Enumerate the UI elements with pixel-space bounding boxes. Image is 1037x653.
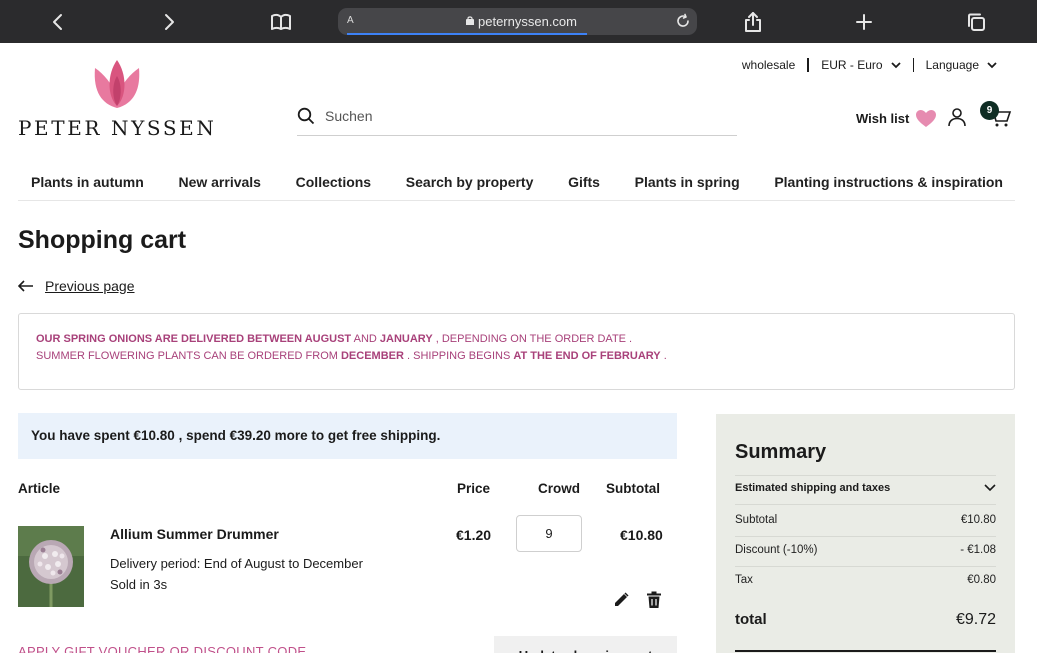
product-image[interactable] bbox=[18, 526, 84, 607]
line-subtotal: €10.80 bbox=[620, 527, 663, 543]
chevron-down-icon bbox=[984, 484, 996, 492]
chevron-down-icon bbox=[890, 61, 901, 68]
unit-price: €1.20 bbox=[456, 527, 492, 543]
search-input[interactable] bbox=[325, 104, 725, 128]
trash-icon[interactable] bbox=[646, 591, 662, 609]
previous-page-link[interactable]: Previous page bbox=[18, 278, 135, 294]
product-name[interactable]: Allium Summer Drummer bbox=[110, 526, 279, 542]
main-nav: Plants in autumn New arrivals Collection… bbox=[18, 163, 1015, 201]
order-summary: Summary Estimated shipping and taxes Sub… bbox=[716, 414, 1015, 653]
column-header-article: Article bbox=[18, 481, 61, 496]
currency-select[interactable]: EUR - Euro bbox=[821, 58, 901, 72]
arrow-left-icon bbox=[18, 280, 33, 292]
top-utility-links: wholesale EUR - Euro Language bbox=[742, 58, 997, 72]
brand-logo[interactable]: PETER NYSSEN bbox=[18, 58, 223, 140]
total-value: €9.72 bbox=[955, 611, 996, 628]
column-header-crowd: Crowd bbox=[538, 481, 580, 496]
language-select[interactable]: Language bbox=[926, 58, 997, 72]
summary-row-label: Tax bbox=[735, 574, 753, 586]
summary-row-label: Discount (-10%) bbox=[735, 544, 818, 556]
column-header-price: Price bbox=[457, 481, 491, 496]
currency-label: EUR - Euro bbox=[821, 58, 883, 72]
summary-row-subtotal: Subtotal €10.80 bbox=[735, 514, 996, 526]
language-label: Language bbox=[925, 58, 979, 72]
delivery-notice: OUR SPRING ONIONS ARE DELIVERED BETWEEN … bbox=[18, 313, 1015, 390]
nav-item-plants-in-spring[interactable]: Plants in spring bbox=[635, 174, 740, 190]
search-bar bbox=[297, 102, 737, 136]
delivery-period: Delivery period: End of August to Decemb… bbox=[110, 556, 363, 571]
summary-row-value: €10.80 bbox=[960, 514, 996, 526]
reload-icon[interactable] bbox=[675, 13, 691, 29]
lock-icon bbox=[466, 16, 474, 25]
free-shipping-message: You have spent €10.80 , spend €39.20 mor… bbox=[18, 413, 677, 459]
divider bbox=[807, 58, 810, 72]
update-cart-button[interactable]: Update shopping cart bbox=[494, 636, 677, 653]
estimate-shipping-toggle[interactable]: Estimated shipping and taxes bbox=[735, 482, 996, 494]
bookmarks-icon[interactable] bbox=[268, 9, 294, 35]
product-meta: Delivery period: End of August to Decemb… bbox=[110, 553, 363, 595]
column-header-subtotal: Subtotal bbox=[606, 481, 660, 496]
divider bbox=[735, 504, 996, 505]
search-icon[interactable] bbox=[297, 107, 315, 125]
chevron-down-icon bbox=[987, 61, 997, 68]
tabs-icon[interactable] bbox=[963, 9, 989, 35]
nav-item-gifts[interactable]: Gifts bbox=[568, 174, 600, 190]
forward-arrow-icon[interactable] bbox=[156, 9, 182, 35]
quantity-input[interactable] bbox=[516, 515, 582, 552]
nav-item-new-arrivals[interactable]: New arrivals bbox=[178, 174, 261, 190]
share-icon[interactable] bbox=[740, 9, 766, 35]
allium-flower-image bbox=[18, 526, 84, 607]
summary-title: Summary bbox=[735, 441, 827, 463]
nav-item-collections[interactable]: Collections bbox=[296, 174, 371, 190]
url-text: peternyssen.com bbox=[478, 14, 577, 29]
summary-row-discount: Discount (-10%) - €1.08 bbox=[735, 544, 996, 556]
total-label: total bbox=[735, 611, 767, 628]
previous-page-label: Previous page bbox=[45, 278, 135, 294]
browser-toolbar: A peternyssen.com bbox=[0, 0, 1037, 43]
notice-line-1: OUR SPRING ONIONS ARE DELIVERED BETWEEN … bbox=[36, 333, 633, 345]
divider bbox=[735, 475, 996, 476]
summary-row-tax: Tax €0.80 bbox=[735, 574, 996, 586]
page-load-progress bbox=[347, 33, 587, 35]
tulip-logo-icon bbox=[94, 60, 140, 108]
summary-row-value: €0.80 bbox=[967, 574, 996, 586]
nav-item-planting-instructions[interactable]: Planting instructions & inspiration bbox=[774, 174, 1003, 190]
cart-count-badge: 9 bbox=[980, 101, 999, 120]
divider bbox=[912, 58, 914, 72]
summary-total: total €9.72 bbox=[735, 611, 996, 629]
summary-row-label: Subtotal bbox=[735, 514, 778, 526]
page-title: Shopping cart bbox=[18, 226, 187, 254]
divider bbox=[735, 566, 996, 567]
divider bbox=[735, 536, 996, 537]
wishlist-link[interactable]: Wish list bbox=[856, 109, 937, 128]
heart-icon bbox=[916, 110, 937, 127]
brand-name: PETER NYSSEN bbox=[18, 116, 217, 140]
back-arrow-icon[interactable] bbox=[45, 9, 71, 35]
sold-in: Sold in 3s bbox=[110, 577, 168, 592]
nav-item-plants-in-autumn[interactable]: Plants in autumn bbox=[31, 174, 144, 190]
new-tab-icon[interactable] bbox=[851, 9, 877, 35]
edit-pencil-icon[interactable] bbox=[612, 591, 630, 609]
text-size-button[interactable]: A bbox=[347, 15, 354, 26]
checkout-button-edge[interactable] bbox=[735, 650, 996, 652]
gift-voucher-link[interactable]: APPLY GIFT VOUCHER OR DISCOUNT CODE bbox=[18, 644, 306, 653]
wholesale-link[interactable]: wholesale bbox=[742, 58, 795, 72]
nav-item-search-by-property[interactable]: Search by property bbox=[406, 174, 534, 190]
estimate-shipping-label: Estimated shipping and taxes bbox=[735, 482, 891, 494]
account-icon[interactable] bbox=[947, 107, 967, 127]
summary-row-value: - €1.08 bbox=[960, 544, 996, 556]
address-bar[interactable]: A peternyssen.com bbox=[338, 8, 697, 35]
wishlist-label: Wish list bbox=[856, 111, 910, 126]
notice-line-2: SUMMER FLOWERING PLANTS CAN BE ORDERED F… bbox=[36, 349, 667, 362]
